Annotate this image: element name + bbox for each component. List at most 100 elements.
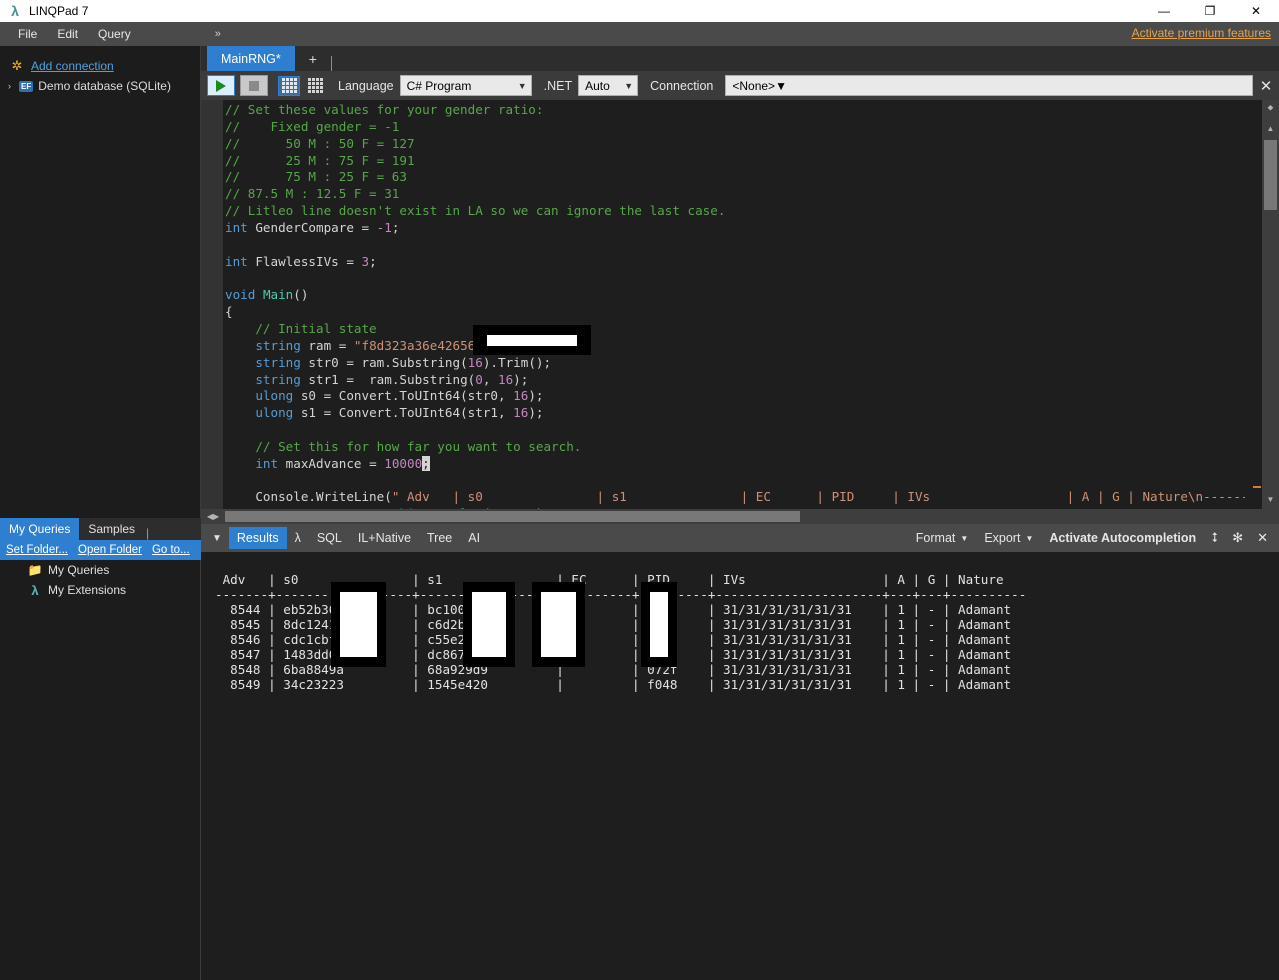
code-text[interactable]: // Set these values for your gender rati…	[225, 102, 1245, 524]
net-select[interactable]: Auto ▼	[578, 75, 639, 96]
document-tab-mainrng[interactable]: MainRNG*	[207, 46, 295, 71]
tab-lambda[interactable]: λ	[287, 527, 309, 549]
tab-tree[interactable]: Tree	[419, 527, 460, 549]
lambda-icon: λ	[31, 582, 39, 598]
code-line: // Set this for how far you want to sear…	[225, 438, 582, 454]
chevron-down-icon: ▼	[775, 78, 787, 93]
code-line: ulong s1 = Convert.ToUInt64(str1, 16);	[255, 405, 544, 421]
up-down-arrows-icon[interactable]: ⭥	[1204, 530, 1225, 546]
tree-node-my-queries[interactable]: 📁 My Queries	[0, 560, 201, 580]
scroll-down-icon[interactable]: ▼	[1262, 491, 1279, 508]
editor-horizontal-scrollbar[interactable]: ◀▶	[201, 509, 1279, 524]
open-folder-link[interactable]: Open Folder	[78, 544, 142, 556]
snowflake-icon[interactable]: ✻	[1225, 530, 1250, 546]
tab-ai[interactable]: AI	[460, 527, 488, 549]
tab-il-native[interactable]: IL+Native	[350, 527, 419, 549]
demo-database-row[interactable]: › EF Demo database (SQLite)	[0, 76, 200, 96]
add-connection-label[interactable]: Add connection	[31, 59, 114, 73]
linqpad-window: λ LINQPad 7 — ❐ ✕ File Edit Query » Acti…	[0, 0, 1279, 980]
net-label: .NET	[543, 78, 573, 93]
results-toolbar: ▼ Results λ SQL IL+Native Tree AI Format…	[201, 524, 1279, 552]
connection-select[interactable]: <None> ▼	[725, 75, 1253, 96]
chevron-right-icon[interactable]: ›	[8, 81, 18, 91]
editor-hscroll-left-icon[interactable]: ◀▶	[201, 509, 225, 524]
queries-tab-divider: |	[146, 526, 150, 540]
code-line: {	[225, 304, 233, 320]
results-grid-button[interactable]	[278, 75, 300, 96]
tab-results[interactable]: Results	[228, 527, 287, 549]
code-line: ulong s0 = Convert.ToUInt64(str0, 16);	[255, 388, 544, 404]
queries-tree: 📁 My Queries λ My Extensions	[0, 560, 201, 600]
connections-tree: ✲ Add connection › EF Demo database (SQL…	[0, 46, 200, 96]
net-value: Auto	[585, 78, 610, 93]
editor-vertical-scrollbar[interactable]: ⯁ ▲ ▼	[1253, 100, 1279, 524]
code-line: Console.WriteLine(" Adv | s0 | s1 | EC |…	[225, 489, 1245, 505]
redacted-string-overlay	[473, 325, 591, 355]
activate-autocompletion-button[interactable]: Activate Autocompletion	[1041, 531, 1204, 545]
left-panel: ✲ Add connection › EF Demo database (SQL…	[0, 46, 201, 980]
window-controls: — ❐ ✕	[1141, 0, 1279, 22]
collapse-results-icon[interactable]: ▼	[205, 533, 229, 544]
code-line: int maxAdvance = 10000;	[255, 455, 430, 471]
maximize-icon[interactable]: ❐	[1187, 0, 1233, 22]
right-pane: MainRNG* + Language C# Program ▼ .NET Au…	[201, 46, 1279, 980]
results-grid-alt-button[interactable]	[304, 76, 326, 96]
menu-edit[interactable]: Edit	[47, 24, 88, 44]
code-line: // Initial state	[225, 320, 377, 336]
scroll-marker-icon	[1253, 486, 1261, 488]
close-icon[interactable]: ✕	[1233, 0, 1279, 22]
go-to-link[interactable]: Go to...	[152, 544, 190, 556]
minimize-icon[interactable]: —	[1141, 0, 1187, 22]
code-line: int GenderCompare = -1;	[225, 219, 400, 235]
run-button[interactable]	[207, 75, 235, 96]
results-pane: ▼ Results λ SQL IL+Native Tree AI Format…	[201, 524, 1279, 980]
tab-sql[interactable]: SQL	[309, 527, 350, 549]
close-query-icon[interactable]: ✕	[1253, 77, 1279, 95]
document-tab-strip: MainRNG* +	[201, 46, 1279, 71]
ef-icon: EF	[19, 80, 34, 92]
scroll-updown-icon[interactable]: ⯁	[1262, 100, 1279, 117]
scroll-up-icon[interactable]: ▲	[1262, 120, 1279, 137]
add-connection-row[interactable]: ✲ Add connection	[0, 56, 200, 76]
star-icon: ✲	[11, 58, 23, 73]
language-value: C# Program	[406, 78, 472, 93]
menu-items: File Edit Query »	[0, 22, 1279, 46]
menu-overflow-icon[interactable]: »	[215, 28, 221, 40]
menu-bar: File Edit Query » Activate premium featu…	[0, 22, 1279, 46]
folder-icon: 📁	[27, 563, 43, 577]
format-button[interactable]: Format ▼	[908, 531, 977, 545]
tab-my-queries[interactable]: My Queries	[0, 518, 80, 540]
results-grid-icon	[281, 78, 297, 93]
language-label: Language	[338, 78, 394, 93]
tree-node-my-extensions[interactable]: λ My Extensions	[0, 580, 201, 600]
code-line: string str1 = ram.Substring(0, 16);	[255, 371, 529, 387]
tab-samples[interactable]: Samples	[79, 518, 144, 540]
code-editor[interactable]: // Set these values for your gender rati…	[201, 100, 1279, 524]
menu-file[interactable]: File	[8, 24, 47, 44]
menu-query[interactable]: Query	[88, 24, 141, 44]
code-line: void Main()	[225, 287, 309, 303]
results-body[interactable]: Adv | s0 | s1 | EC | PID | IVs | A | G |…	[201, 552, 1279, 980]
chevron-down-icon: ▼	[960, 533, 969, 543]
query-toolbar: Language C# Program ▼ .NET Auto ▼ Connec…	[201, 71, 1279, 100]
code-line: string ram = "f8d323a36e42656b7	[255, 337, 491, 353]
language-select[interactable]: C# Program ▼	[399, 75, 532, 96]
code-line: // Litleo line doesn't exist in LA so we…	[225, 203, 726, 219]
redacted-pid-overlay	[641, 582, 677, 667]
play-icon	[216, 79, 226, 92]
set-folder-link[interactable]: Set Folder...	[6, 544, 68, 556]
new-tab-button[interactable]: +	[295, 46, 331, 71]
export-label: Export	[984, 531, 1021, 545]
export-button[interactable]: Export ▼	[976, 531, 1041, 545]
close-results-icon[interactable]: ✕	[1250, 530, 1275, 546]
app-lambda-icon: λ	[11, 3, 19, 19]
demo-database-label: Demo database (SQLite)	[38, 79, 171, 93]
tree-node-my-queries-label: My Queries	[48, 563, 110, 577]
title-bar: λ LINQPad 7 — ❐ ✕	[0, 0, 1279, 22]
activate-premium-link[interactable]: Activate premium features	[1132, 26, 1271, 40]
editor-scroll-thumb[interactable]	[1264, 140, 1277, 210]
stop-button[interactable]	[240, 75, 268, 96]
editor-hscroll-thumb[interactable]	[225, 511, 800, 522]
